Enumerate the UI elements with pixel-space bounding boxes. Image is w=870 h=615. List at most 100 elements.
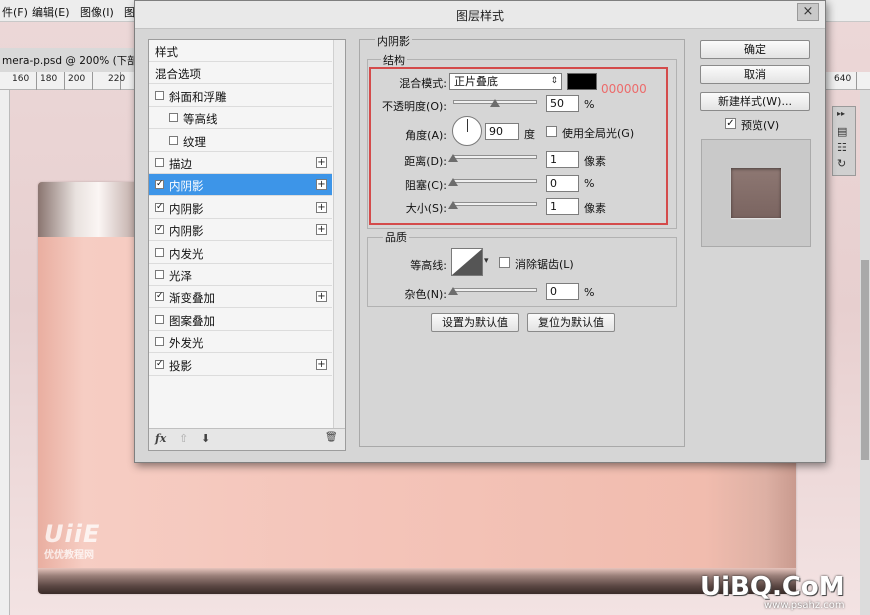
noise-input[interactable]: 0 (546, 283, 579, 300)
style-list-item-label: 样式 (155, 45, 178, 59)
move-up-icon[interactable]: ⇧ (179, 432, 188, 445)
antialias-label: 消除锯齿(L) (515, 258, 574, 271)
size-input[interactable]: 1 (546, 198, 579, 215)
style-list-item[interactable]: 光泽 (149, 264, 332, 286)
style-list-item[interactable]: ✓ 渐变叠加 + (149, 286, 332, 309)
chevron-updown-icon: ⇕ (550, 76, 558, 86)
choke-unit: % (584, 177, 595, 190)
close-button[interactable]: × (797, 3, 819, 21)
style-list-item[interactable]: 样式 (149, 40, 332, 62)
document-tab[interactable]: mera-p.psd @ 200% (下部, R (0, 48, 152, 72)
antialias-checkbox[interactable] (499, 257, 510, 268)
layer-style-dialog: 图层样式 × 样式 混合选项 斜面和浮雕 等高线 纹理 描边 + ✓ 内阴影 + ✓ 内阴影 + ✓ 内阴影… (134, 0, 826, 463)
add-style-icon[interactable]: + (316, 201, 327, 213)
style-enable-checkbox[interactable] (155, 90, 164, 100)
dialog-titlebar[interactable]: 图层样式 × (135, 1, 825, 29)
style-list-item[interactable]: ✓ 内阴影 + (149, 174, 332, 197)
style-list-item-label: 斜面和浮雕 (169, 89, 227, 104)
expand-panel-icon[interactable]: ▸▸ (837, 109, 845, 118)
choke-slider[interactable] (453, 179, 537, 183)
ok-button[interactable]: 确定 (700, 40, 810, 59)
style-list-item[interactable]: 内发光 (149, 241, 332, 264)
cancel-button[interactable]: 取消 (700, 65, 810, 84)
preview-checkbox[interactable]: ✓ (725, 118, 736, 129)
add-style-icon[interactable]: + (316, 291, 327, 303)
new-style-button[interactable]: 新建样式(W)... (700, 92, 810, 111)
fx-menu-button[interactable]: fx (155, 432, 166, 445)
opacity-input[interactable]: 50 (546, 95, 579, 112)
noise-slider-thumb[interactable] (448, 287, 458, 295)
style-list-item[interactable]: 图案叠加 (149, 308, 332, 331)
ruler-tick-label: 640 (834, 74, 852, 84)
add-style-icon[interactable]: + (316, 157, 327, 168)
collapsed-panel-dock[interactable]: ▸▸ ▤ ☷ ↻ (832, 106, 856, 176)
style-list-item[interactable]: 斜面和浮雕 (149, 84, 332, 107)
canvas-scrollbar[interactable] (860, 90, 870, 615)
style-enable-checkbox[interactable]: ✓ (155, 202, 164, 212)
blend-mode-select[interactable]: 正片叠底 ⇕ (449, 73, 562, 90)
style-enable-checkbox[interactable]: ✓ (155, 292, 164, 302)
scrollbar-thumb[interactable] (861, 260, 869, 460)
style-enable-checkbox[interactable]: ✓ (155, 225, 164, 235)
add-style-icon[interactable]: + (316, 358, 327, 370)
structure-title: 结构 (381, 52, 407, 68)
opacity-slider-thumb[interactable] (490, 99, 500, 107)
style-list-item[interactable]: ✓ 投影 + (149, 353, 332, 376)
style-enable-checkbox[interactable] (169, 135, 178, 145)
style-list-item-label: 描边 (169, 157, 192, 171)
style-list-item-label: 投影 (169, 358, 192, 373)
menu-image[interactable]: 图像(I) (80, 4, 114, 20)
watermark-left-small: 优优教程网 (44, 550, 94, 561)
style-list-item-label: 内发光 (169, 246, 204, 261)
style-list-item[interactable]: 等高线 (149, 107, 332, 130)
style-enable-checkbox[interactable] (155, 158, 164, 167)
layers-icon[interactable]: ▤ (837, 125, 847, 138)
contour-dropdown-icon[interactable]: ▾ (484, 256, 489, 266)
choke-input[interactable]: 0 (546, 175, 579, 192)
style-enable-checkbox[interactable]: ✓ (155, 359, 164, 369)
distance-input[interactable]: 1 (546, 151, 579, 168)
style-list-item[interactable]: 描边 + (149, 152, 332, 174)
style-enable-checkbox[interactable] (155, 314, 164, 324)
style-list-item[interactable]: 混合选项 (149, 62, 332, 85)
move-down-icon[interactable]: ⬇ (201, 432, 210, 445)
noise-label: 杂色(N): (404, 288, 447, 301)
distance-slider[interactable] (453, 155, 537, 159)
shadow-color-swatch[interactable] (567, 73, 597, 90)
distance-slider-thumb[interactable] (448, 154, 459, 162)
watermark-url: www.psahz.com (764, 600, 845, 611)
global-light-label: 使用全局光(G) (562, 127, 635, 140)
global-light-checkbox[interactable] (546, 126, 557, 137)
trash-icon[interactable]: 🗑 (325, 432, 338, 443)
add-style-icon[interactable]: + (316, 224, 327, 236)
choke-slider-thumb[interactable] (448, 178, 458, 186)
style-list-item[interactable]: 纹理 (149, 129, 332, 152)
angle-input[interactable]: 90 (485, 123, 519, 140)
style-enable-checkbox[interactable] (155, 337, 164, 347)
menu-file[interactable]: 件(F) (2, 4, 28, 20)
style-list-item[interactable]: ✓ 内阴影 + (149, 219, 332, 242)
blend-mode-label: 混合模式: (399, 77, 447, 90)
make-default-button[interactable]: 设置为默认值 (431, 313, 519, 332)
menu-edit[interactable]: 编辑(E) (32, 4, 70, 20)
styles-list-scrollbar[interactable] (333, 40, 345, 428)
add-style-icon[interactable]: + (316, 179, 327, 191)
style-enable-checkbox[interactable] (155, 247, 164, 257)
quality-title: 品质 (383, 229, 409, 245)
size-slider-thumb[interactable] (448, 201, 459, 209)
distance-unit: 像素 (584, 155, 606, 168)
style-enable-checkbox[interactable]: ✓ (155, 180, 164, 190)
style-list-item[interactable]: 外发光 (149, 331, 332, 354)
style-enable-checkbox[interactable] (155, 270, 164, 279)
angle-dial[interactable] (452, 116, 482, 146)
style-list-item[interactable]: ✓ 内阴影 + (149, 196, 332, 219)
styles-list-footer: fx ⇧ ⬇ 🗑 (149, 428, 345, 450)
adjust-icon[interactable]: ☷ (837, 141, 847, 154)
reset-default-button[interactable]: 复位为默认值 (527, 313, 615, 332)
size-slider[interactable] (453, 202, 537, 206)
angle-dial-needle (467, 119, 468, 132)
noise-slider[interactable] (453, 288, 537, 292)
style-enable-checkbox[interactable] (169, 113, 178, 123)
history-icon[interactable]: ↻ (837, 157, 846, 170)
contour-picker[interactable] (451, 248, 483, 276)
